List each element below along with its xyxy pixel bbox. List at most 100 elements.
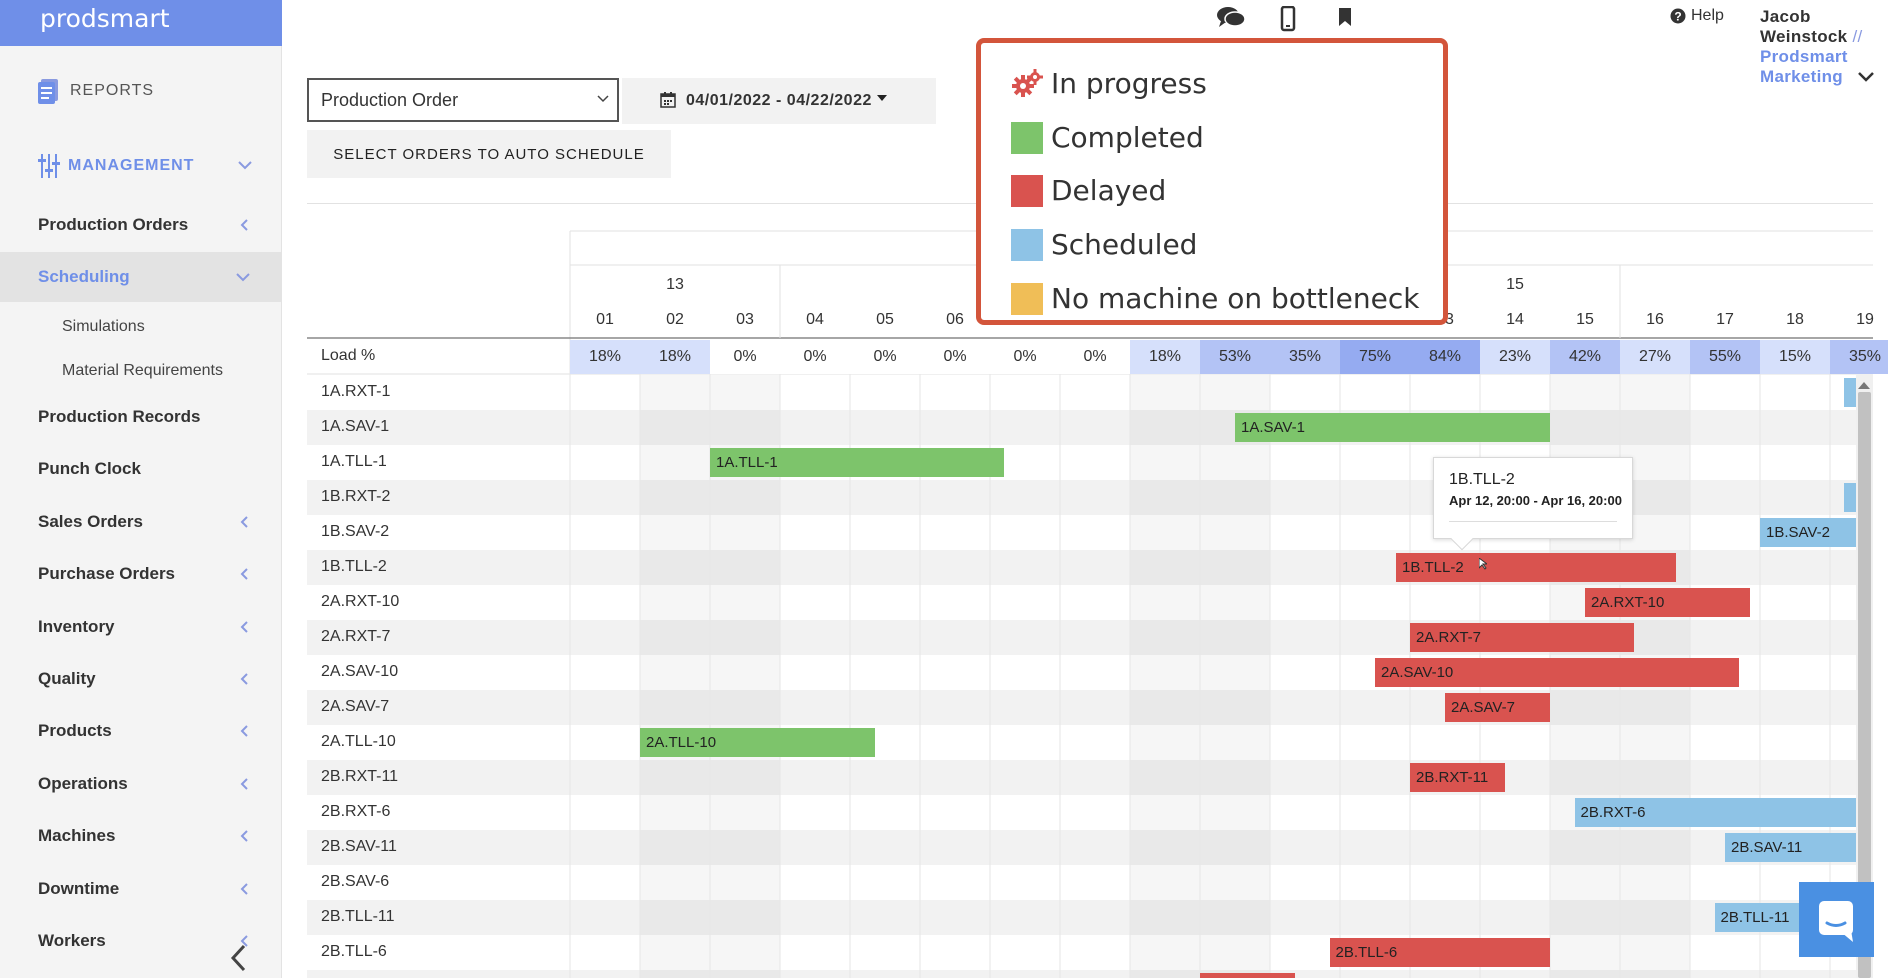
gantt-bar-delayed[interactable] xyxy=(1200,973,1295,978)
gantt-bar-label: 2A.RXT-10 xyxy=(1591,594,1665,611)
gantt-hour-label: 04 xyxy=(806,311,824,328)
load-percent-cell: 42% xyxy=(1550,340,1620,374)
gantt-shaded-column xyxy=(1200,375,1270,978)
legend-item-scheduled: Scheduled xyxy=(1011,228,1197,261)
gantt-bar-label: 1B.TLL-2 xyxy=(1402,559,1464,576)
gantt-hour-label: 02 xyxy=(666,311,684,328)
gantt-bar-delayed[interactable]: 2B.RXT-11 xyxy=(1410,763,1505,792)
gantt-hour-label: 14 xyxy=(1506,311,1524,328)
gantt-hour-label: 01 xyxy=(596,311,614,328)
gantt-day-label: 15 xyxy=(1506,276,1524,293)
scroll-up-icon[interactable] xyxy=(1858,381,1870,389)
gantt-bar-delayed[interactable]: 2A.RXT-7 xyxy=(1410,623,1634,652)
gantt-row-label: 1B.SAV-2 xyxy=(321,523,390,540)
gantt-row-label: 1A.TLL-1 xyxy=(321,453,387,470)
gears-icon xyxy=(1012,68,1043,97)
gantt-bar-label: 2B.RXT-6 xyxy=(1580,804,1646,821)
mouse-cursor-icon xyxy=(1479,558,1487,570)
gantt-bar-tooltip: 1B.TLL-2 Apr 12, 20:00 - Apr 16, 20:00 xyxy=(1433,457,1633,551)
gantt-bar-label: 1A.SAV-1 xyxy=(1241,419,1305,436)
status-legend-popup: In progress Completed Delayed Scheduled … xyxy=(976,38,1448,325)
load-percent-cell: 0% xyxy=(850,340,920,374)
gantt-day-label: 13 xyxy=(666,276,684,293)
support-chat-button[interactable] xyxy=(1799,882,1874,957)
gantt-row-label: 2B.SAV-6 xyxy=(321,873,390,890)
gantt-bar-label: 2B.RXT-11 xyxy=(1416,769,1489,786)
load-percent-cell: 0% xyxy=(920,340,990,374)
gantt-row-label: 2A.RXT-7 xyxy=(321,628,391,645)
load-percent-cell: 0% xyxy=(990,340,1060,374)
tooltip-title: 1B.TLL-2 xyxy=(1449,471,1515,488)
gantt-bar-completed[interactable]: 1A.SAV-1 xyxy=(1235,413,1550,442)
load-percent-cell: 15% xyxy=(1760,340,1830,374)
gantt-hour-label: 19 xyxy=(1856,311,1874,328)
load-percent-cell: 0% xyxy=(710,340,780,374)
load-percent-cell: 0% xyxy=(1060,340,1130,374)
gantt-row-label: 1A.RXT-1 xyxy=(321,383,391,400)
load-percent-cell: 53% xyxy=(1200,340,1270,374)
legend-label-completed: Completed xyxy=(1051,121,1204,154)
gantt-bar-label: 1B.SAV-2 xyxy=(1766,524,1830,541)
load-percent-label: Load % xyxy=(321,347,376,364)
gantt-hour-label: 15 xyxy=(1576,311,1594,328)
load-percent-cell: 23% xyxy=(1480,340,1550,374)
gantt-row-label: 1B.TLL-2 xyxy=(321,558,387,575)
legend-swatch-scheduled xyxy=(1011,228,1043,261)
legend-label-scheduled: Scheduled xyxy=(1051,228,1198,261)
legend-item-delayed: Delayed xyxy=(1011,174,1166,207)
gantt-row-label: 2A.SAV-10 xyxy=(321,663,399,680)
gantt-hour-label: 03 xyxy=(736,311,754,328)
legend-swatch-delayed xyxy=(1011,174,1043,207)
gantt-bar-label: 1A.TLL-1 xyxy=(716,454,778,471)
load-percent-cell: 55% xyxy=(1690,340,1760,374)
gantt-bar-delayed[interactable]: 2A.SAV-7 xyxy=(1445,693,1550,722)
legend-label-delayed: Delayed xyxy=(1051,174,1167,207)
legend-swatch-completed xyxy=(1011,121,1043,154)
gantt-bar-completed[interactable]: 2A.TLL-10 xyxy=(640,728,875,757)
load-percent-cell: 18% xyxy=(570,340,640,374)
gantt-hour-label: 17 xyxy=(1716,311,1734,328)
gantt-bar-label: 2A.SAV-10 xyxy=(1381,664,1454,681)
load-percent-cell: 75% xyxy=(1340,340,1410,374)
gantt-bar-label: 2A.SAV-7 xyxy=(1451,699,1515,716)
legend-item-completed: Completed xyxy=(1011,121,1204,154)
legend-label-in-progress: In progress xyxy=(1051,67,1207,100)
gantt-row-label: 2A.RXT-10 xyxy=(321,593,400,610)
gantt-row-label: 2B.RXT-6 xyxy=(321,803,391,820)
app-window: prodsmart REPORTS MANAGEMENT Production … xyxy=(0,0,1888,978)
tooltip-date-range: Apr 12, 20:00 - Apr 16, 20:00 xyxy=(1449,493,1622,508)
gantt-hour-label: 18 xyxy=(1786,311,1804,328)
gantt-bar-delayed[interactable]: 1B.TLL-2 xyxy=(1396,553,1676,582)
load-percent-cell: 18% xyxy=(1130,340,1200,374)
gantt-bar-delayed[interactable]: 2B.TLL-6 xyxy=(1329,938,1550,967)
gantt-bar-delayed[interactable]: 2A.SAV-10 xyxy=(1375,658,1739,687)
gantt-row-label: 2B.RXT-11 xyxy=(321,768,399,785)
chat-icon xyxy=(1819,901,1853,942)
gantt-bar-label: 2B.TLL-11 xyxy=(1720,909,1790,926)
load-percent-cell: 0% xyxy=(780,340,850,374)
gantt-row-label: 2B.TLL-11 xyxy=(321,908,395,925)
legend-label-no-machine: No machine on bottleneck xyxy=(1051,282,1420,315)
load-percent-cell: 84% xyxy=(1410,340,1480,374)
load-percent-cell: 35% xyxy=(1270,340,1340,374)
gantt-bar-label: 2B.SAV-11 xyxy=(1731,839,1803,856)
legend-swatch-no-machine xyxy=(1011,282,1043,315)
gantt-row-label: 2B.SAV-11 xyxy=(321,838,397,855)
gantt-bar-completed[interactable]: 1A.TLL-1 xyxy=(710,448,1004,477)
gantt-row-label: 2B.TLL-6 xyxy=(321,943,387,960)
gantt-hour-label: 05 xyxy=(876,311,894,328)
legend-item-in-progress: In progress xyxy=(1011,67,1207,100)
gantt-row-label: 1B.RXT-2 xyxy=(321,488,391,505)
gantt-bar-scheduled[interactable]: 2B.RXT-6 xyxy=(1574,798,1865,827)
gantt-row-label: 1A.SAV-1 xyxy=(321,418,390,435)
load-percent-cell: 35% xyxy=(1830,340,1888,374)
legend-item-no-machine: No machine on bottleneck xyxy=(1011,282,1419,315)
gantt-bar-scheduled[interactable]: 2B.SAV-11 xyxy=(1725,833,1865,862)
gantt-row-label: 2A.TLL-10 xyxy=(321,733,396,750)
load-percent-cell: 18% xyxy=(640,340,710,374)
gantt-bar-delayed[interactable]: 2A.RXT-10 xyxy=(1585,588,1750,617)
gantt-bar-label: 2B.TLL-6 xyxy=(1335,944,1398,961)
gantt-hour-label: 16 xyxy=(1646,311,1664,328)
tooltip-divider xyxy=(1449,521,1617,522)
gantt-bar-scheduled[interactable]: 1B.SAV-2 xyxy=(1760,518,1865,547)
